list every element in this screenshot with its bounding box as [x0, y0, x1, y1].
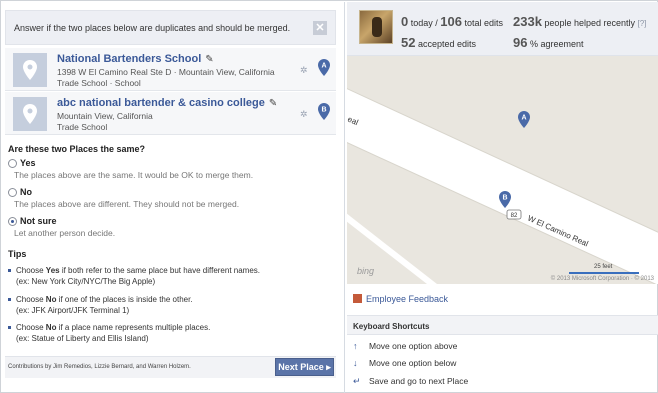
location-pin-icon — [23, 60, 37, 80]
tip-text: Choose Yes if both refer to the same pla… — [16, 265, 260, 287]
shortcut-text: Move one option above — [369, 341, 458, 351]
tip-bold: Yes — [45, 266, 60, 275]
place-name-text: National Bartenders School — [57, 53, 202, 65]
bing-logo: bing — [357, 266, 375, 276]
option-label[interactable]: Yes — [20, 158, 36, 168]
tip-example: (ex: New York City/NYC/The Big Apple) — [16, 277, 156, 286]
map-marker-a-label: A — [521, 115, 526, 122]
stat-agreement-label: % agreement — [527, 39, 584, 49]
stat-accepted: 52 accepted edits — [401, 35, 476, 50]
tips-heading: Tips — [8, 249, 27, 259]
review-panel: Answer if the two places below are dupli… — [2, 2, 345, 393]
map-copyright: © 2013 Microsoft Corporation · © 2013 — [550, 276, 654, 282]
credits-text: Contributions by Jim Remedios, Lizzie Be… — [8, 364, 191, 370]
radio-not-sure[interactable] — [8, 217, 17, 226]
help-link[interactable]: [?] — [638, 19, 647, 28]
shortcut-item: ↓ Move one option below — [353, 358, 456, 368]
stat-agreement: 96 % agreement — [513, 35, 584, 50]
tip-pre: Choose — [16, 323, 46, 332]
tip-pre: Choose — [16, 295, 46, 304]
place-name[interactable]: National Bartenders School ✎ — [57, 53, 214, 65]
place-category: Trade School — [57, 122, 108, 132]
arrow-up-icon: ↑ — [353, 341, 358, 351]
tip-bold: No — [45, 323, 57, 332]
stat-today-label: today / — [408, 18, 441, 28]
map-canvas[interactable]: eal W El Camino Real 82 A B — [347, 56, 658, 284]
enter-icon: ↵ — [353, 376, 361, 386]
place-name[interactable]: abc national bartender & casino college ✎ — [57, 97, 277, 109]
option-description: Let another person decide. — [14, 228, 116, 238]
shortcut-item: ↵ Save and go to next Place — [353, 376, 468, 387]
gear-icon[interactable]: ✲ — [300, 65, 308, 76]
feedback-text[interactable]: Employee Feedback — [366, 294, 448, 304]
bullet-icon — [8, 269, 11, 272]
marker-b-label: B — [321, 107, 326, 114]
tip-text: Choose No if a place name represents mul… — [16, 322, 210, 344]
shortcuts-title: Keyboard Shortcuts — [353, 322, 430, 331]
route-number: 82 — [511, 213, 518, 219]
avatar[interactable] — [359, 10, 393, 44]
tip-post: if one of the places is inside the other… — [56, 295, 193, 304]
info-panel: 0 today / 106 total edits 52 accepted ed… — [347, 2, 658, 393]
place-address: 1398 W El Camino Real Ste D · Mountain V… — [57, 67, 275, 77]
stat-total-label: total edits — [461, 18, 503, 28]
radio-no[interactable] — [8, 188, 17, 197]
employee-feedback-link[interactable]: Employee Feedback — [353, 294, 448, 304]
question-bar: Answer if the two places below are dupli… — [5, 10, 336, 45]
radio-yes[interactable] — [8, 159, 17, 168]
place-card-a[interactable]: National Bartenders School ✎ 1398 W El Ca… — [5, 48, 336, 91]
arrow-down-icon: ↓ — [353, 358, 358, 368]
tip-example: (ex: JFK Airport/JFK Terminal 1) — [16, 306, 130, 315]
shortcuts-header: Keyboard Shortcuts — [347, 315, 658, 335]
place-thumbnail — [13, 53, 47, 87]
stat-helped: 233k people helped recently [?] — [513, 14, 646, 29]
stat-edits: 0 today / 106 total edits — [401, 14, 503, 29]
tip-bold: No — [45, 295, 57, 304]
place-category: Trade School · School — [57, 78, 141, 88]
next-place-button[interactable]: Next Place ▸ — [275, 358, 334, 376]
gear-icon[interactable]: ✲ — [300, 109, 308, 120]
option-label[interactable]: Not sure — [20, 216, 57, 226]
tip-post: if both refer to the same place but have… — [59, 266, 261, 275]
tip-pre: Choose — [16, 266, 46, 275]
map-marker-a[interactable]: A — [518, 111, 530, 128]
shortcut-text: Move one option below — [369, 358, 457, 368]
pencil-icon[interactable]: ✎ — [269, 98, 277, 109]
place-name-text: abc national bartender & casino college — [57, 97, 265, 109]
pencil-icon[interactable]: ✎ — [205, 54, 213, 65]
marker-a-label: A — [321, 63, 326, 70]
map-view[interactable]: eal W El Camino Real 82 A B bing 25 feet… — [347, 56, 658, 284]
bullet-icon — [8, 326, 11, 329]
question-heading: Are these two Places the same? — [8, 144, 146, 154]
stats-bar: 0 today / 106 total edits 52 accepted ed… — [347, 2, 658, 56]
scale-bar — [569, 272, 639, 274]
stat-helped-label: people helped recently — [541, 18, 638, 28]
place-thumbnail — [13, 97, 47, 131]
tip-text: Choose No if one of the places is inside… — [16, 294, 193, 316]
stat-accepted-label: accepted edits — [415, 39, 477, 49]
stat-accepted-count: 52 — [401, 35, 416, 50]
close-icon[interactable]: ✕ — [313, 21, 327, 35]
scale-label: 25 feet — [594, 264, 613, 270]
feedback-icon — [353, 294, 362, 303]
question-bar-text: Answer if the two places below are dupli… — [14, 23, 291, 33]
stat-helped-count: 233k — [513, 14, 542, 29]
place-card-b[interactable]: abc national bartender & casino college ✎… — [5, 92, 336, 135]
option-description: The places above are different. They sho… — [14, 199, 240, 209]
option-label[interactable]: No — [20, 187, 32, 197]
stat-total-count: 106 — [440, 14, 462, 29]
tip-example: (ex: Statue of Liberty and Ellis Island) — [16, 334, 149, 343]
app-frame: Answer if the two places below are dupli… — [0, 0, 658, 393]
shortcut-item: ↑ Move one option above — [353, 341, 457, 351]
shortcut-text: Save and go to next Place — [369, 376, 469, 386]
stat-agreement-count: 96 — [513, 35, 528, 50]
map-marker-b-label: B — [502, 195, 507, 202]
option-description: The places above are the same. It would … — [14, 170, 254, 180]
tip-post: if a place name represents multiple plac… — [56, 323, 211, 332]
place-address: Mountain View, California — [57, 111, 153, 121]
map-marker-b-icon: B — [318, 103, 330, 120]
map-marker-a-icon: A — [318, 59, 330, 76]
location-pin-icon — [23, 104, 37, 124]
bullet-icon — [8, 298, 11, 301]
